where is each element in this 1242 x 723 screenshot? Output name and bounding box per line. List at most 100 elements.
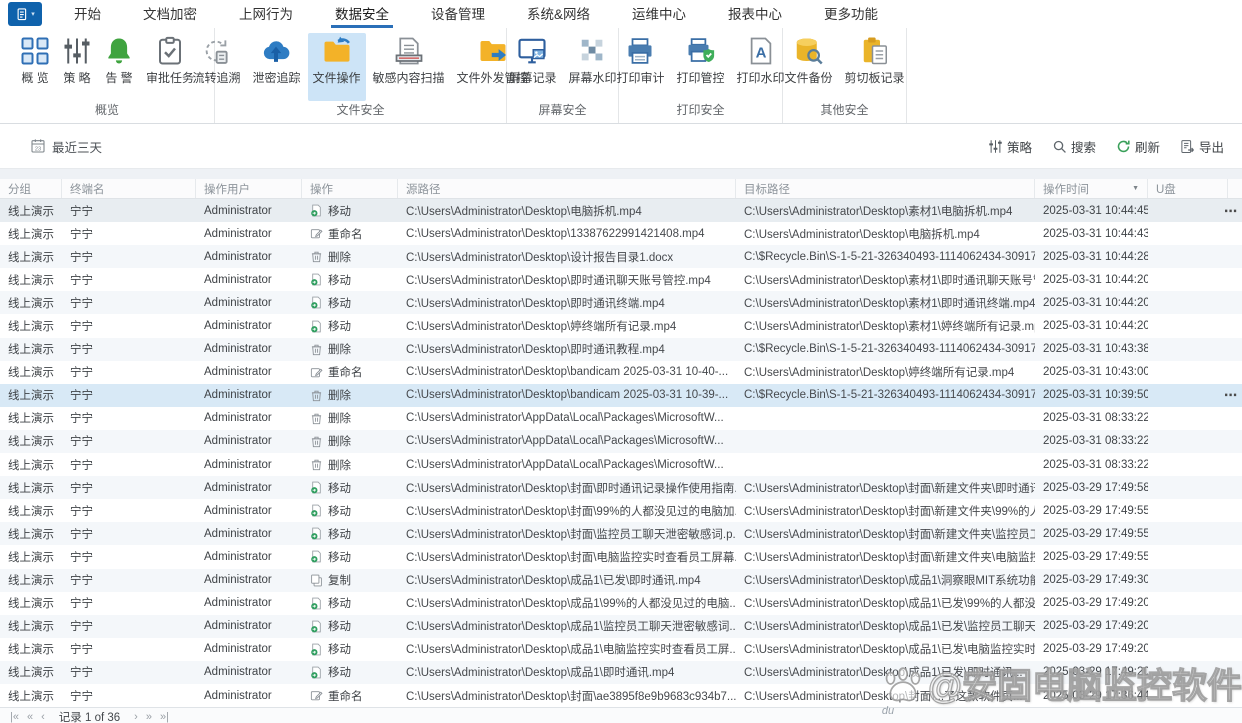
ribbon-button-敏感内容扫描[interactable]: 敏感内容扫描 bbox=[368, 33, 450, 101]
date-range-filter[interactable]: 23 最近三天 bbox=[30, 137, 102, 156]
table-body: 线上演示 宁宁 Administrator 移动 C:\Users\Administra… bbox=[0, 199, 1242, 707]
app-menu-button[interactable]: ▾ bbox=[8, 2, 42, 26]
next-page-button[interactable]: › bbox=[134, 711, 138, 723]
column-header-usb[interactable]: U盘 bbox=[1148, 179, 1228, 198]
ribbon-button-打印审计[interactable]: 打印审计 bbox=[611, 33, 669, 101]
ribbon-button-label: 概 览 bbox=[21, 71, 49, 85]
table-row[interactable]: 线上演示 宁宁 Administrator 删除 C:\Users\Administra… bbox=[0, 337, 1242, 361]
refresh-icon bbox=[1116, 139, 1131, 154]
ribbon-button-概览[interactable]: 概 览 bbox=[15, 33, 55, 101]
ribbon-button-打印管控[interactable]: 打印管控 bbox=[672, 33, 730, 101]
tab-运维中心[interactable]: 运维中心 bbox=[628, 0, 690, 28]
column-header-user[interactable]: 操作用户 bbox=[196, 179, 302, 198]
tab-报表中心[interactable]: 报表中心 bbox=[724, 0, 786, 28]
cell-src: C:\Users\Administrator\Desktop\封面\即时通讯记录… bbox=[406, 482, 736, 495]
tab-更多功能[interactable]: 更多功能 bbox=[820, 0, 882, 28]
table-row[interactable]: 线上演示 宁宁 Administrator 重命名 C:\Users\Administr… bbox=[0, 222, 1242, 245]
cell-time: 2025-03-31 10:39:50 bbox=[1043, 389, 1148, 402]
tab-设备管理[interactable]: 设备管理 bbox=[427, 0, 489, 28]
more-options-icon[interactable]: ⋯ bbox=[1224, 204, 1238, 217]
cell-usb bbox=[1148, 430, 1228, 453]
column-header-actions-gutter bbox=[1228, 179, 1242, 198]
ribbon-button-策略[interactable]: 策 略 bbox=[57, 33, 97, 101]
last-page-button[interactable]: »| bbox=[160, 711, 169, 723]
cell-src: C:\Users\Administrator\Desktop\成品1\监控员工聊… bbox=[406, 621, 736, 634]
column-header-time[interactable]: 操作时间 ▼ bbox=[1035, 179, 1148, 198]
move-icon bbox=[310, 320, 323, 333]
operation-label: 重命名 bbox=[328, 228, 363, 241]
tab-文档加密[interactable]: 文档加密 bbox=[139, 0, 201, 28]
tab-数据安全[interactable]: 数据安全 bbox=[331, 0, 393, 28]
导出-button[interactable]: 导出 bbox=[1180, 137, 1224, 156]
搜索-button[interactable]: 搜索 bbox=[1052, 137, 1096, 156]
column-header-op[interactable]: 操作 bbox=[302, 179, 398, 198]
table-row[interactable]: 线上演示 宁宁 Administrator 删除 C:\Users\Administra… bbox=[0, 245, 1242, 269]
ribbon-button-label: 剪切板记录 bbox=[844, 71, 905, 85]
table-row[interactable]: 线上演示 宁宁 Administrator 删除 C:\Users\Administra… bbox=[0, 383, 1242, 407]
table-row[interactable]: 线上演示 宁宁 Administrator 移动 C:\Users\Administra… bbox=[0, 476, 1242, 500]
table-row[interactable]: 线上演示 宁宁 Administrator 移动 C:\Users\Administra… bbox=[0, 522, 1242, 546]
column-header-dst[interactable]: 目标路径 bbox=[736, 179, 1035, 198]
operation-label: 移动 bbox=[328, 621, 351, 634]
bell-icon bbox=[104, 36, 134, 66]
tab-系统&网络[interactable]: 系统&网络 bbox=[523, 0, 594, 28]
operation-label: 删除 bbox=[328, 390, 351, 403]
table-row[interactable]: 线上演示 宁宁 Administrator 移动 C:\Users\Administra… bbox=[0, 592, 1242, 615]
cell-user: Administrator bbox=[204, 435, 272, 448]
cell-time: 2025-03-29 17:49:20 bbox=[1043, 597, 1148, 610]
ribbon-group-label: 概览 bbox=[94, 103, 119, 117]
cell-time: 2025-03-29 17:36:44 bbox=[1043, 689, 1148, 702]
screen-record-icon bbox=[517, 36, 547, 66]
ribbon-button-屏幕记录[interactable]: 屏幕记录 bbox=[503, 33, 561, 101]
table-row[interactable]: 线上演示 宁宁 Administrator 删除 C:\Users\Administra… bbox=[0, 453, 1242, 476]
cell-terminal: 宁宁 bbox=[70, 598, 93, 611]
table-row[interactable]: 线上演示 宁宁 Administrator 移动 C:\Users\Administra… bbox=[0, 314, 1242, 337]
cell-usb bbox=[1148, 545, 1228, 568]
cell-usb bbox=[1148, 569, 1228, 592]
ribbon-button-告警[interactable]: 告 警 bbox=[99, 33, 139, 101]
prev-page-button[interactable]: ‹ bbox=[41, 711, 45, 723]
策略-button[interactable]: 策略 bbox=[988, 137, 1032, 156]
grid-icon bbox=[20, 36, 50, 66]
sliders-icon bbox=[62, 36, 92, 66]
table-row[interactable]: 线上演示 宁宁 Administrator 移动 C:\Users\Administra… bbox=[0, 545, 1242, 568]
sort-caret-icon[interactable]: ▼ bbox=[1132, 185, 1139, 192]
ribbon-button-文件备份[interactable]: 文件备份 bbox=[779, 33, 837, 101]
table-row[interactable]: 线上演示 宁宁 Administrator 移动 C:\Users\Administra… bbox=[0, 199, 1242, 223]
ribbon-button-泄密追踪[interactable]: 泄密追踪 bbox=[247, 33, 305, 101]
tab-开始[interactable]: 开始 bbox=[70, 0, 105, 28]
column-header-terminal[interactable]: 终端名 bbox=[62, 179, 196, 198]
cell-dst: C:\$Recycle.Bin\S-1-5-21-326340493-11140… bbox=[744, 250, 1035, 263]
ribbon-button-剪切板记录[interactable]: 剪切板记录 bbox=[840, 33, 910, 101]
more-options-icon[interactable]: ⋯ bbox=[1224, 389, 1238, 402]
fast-next-page-button[interactable]: » bbox=[146, 711, 152, 723]
table-row[interactable]: 线上演示 宁宁 Administrator 移动 C:\Users\Administra… bbox=[0, 660, 1242, 684]
ribbon-button-流转追溯[interactable]: 流转追溯 bbox=[187, 33, 245, 101]
fast-prev-page-button[interactable]: « bbox=[27, 711, 33, 723]
tab-上网行为[interactable]: 上网行为 bbox=[235, 0, 297, 28]
cell-user: Administrator bbox=[204, 250, 272, 263]
action-label: 刷新 bbox=[1134, 140, 1160, 155]
table-row[interactable]: 线上演示 宁宁 Administrator 移动 C:\Users\Administra… bbox=[0, 638, 1242, 661]
cell-dst: C:\Users\Administrator\Desktop\电脑拆机.mp4 bbox=[744, 228, 980, 241]
table-row[interactable]: 线上演示 宁宁 Administrator 复制 C:\Users\Administra… bbox=[0, 568, 1242, 592]
table-row[interactable]: 线上演示 宁宁 Administrator 移动 C:\Users\Administra… bbox=[0, 614, 1242, 638]
ribbon-button-文件操作[interactable]: 文件操作 bbox=[307, 33, 366, 101]
cell-time: 2025-03-31 10:44:20 bbox=[1043, 273, 1148, 286]
table-row[interactable]: 线上演示 宁宁 Administrator 删除 C:\Users\Administra… bbox=[0, 429, 1242, 454]
table-row[interactable]: 线上演示 宁宁 Administrator 删除 C:\Users\Administra… bbox=[0, 407, 1242, 430]
operation-label: 移动 bbox=[328, 205, 351, 218]
table-row[interactable]: 线上演示 宁宁 Administrator 移动 C:\Users\Administra… bbox=[0, 499, 1242, 522]
cell-terminal: 宁宁 bbox=[70, 528, 93, 541]
column-header-src[interactable]: 源路径 bbox=[398, 179, 736, 198]
table-row[interactable]: 线上演示 宁宁 Administrator 重命名 C:\Users\Administr… bbox=[0, 361, 1242, 384]
first-page-button[interactable]: |« bbox=[10, 711, 19, 723]
folder-ops-icon bbox=[322, 36, 352, 66]
table-row[interactable]: 线上演示 宁宁 Administrator 重命名 C:\Users\Administr… bbox=[0, 684, 1242, 707]
column-header-group[interactable]: 分组 bbox=[0, 179, 62, 198]
table-row[interactable]: 线上演示 宁宁 Administrator 移动 C:\Users\Administra… bbox=[0, 291, 1242, 315]
screen-watermark-icon bbox=[578, 36, 608, 66]
刷新-button[interactable]: 刷新 bbox=[1116, 137, 1160, 156]
cell-op: 重命名 bbox=[302, 361, 398, 384]
table-row[interactable]: 线上演示 宁宁 Administrator 移动 C:\Users\Administra… bbox=[0, 268, 1242, 291]
